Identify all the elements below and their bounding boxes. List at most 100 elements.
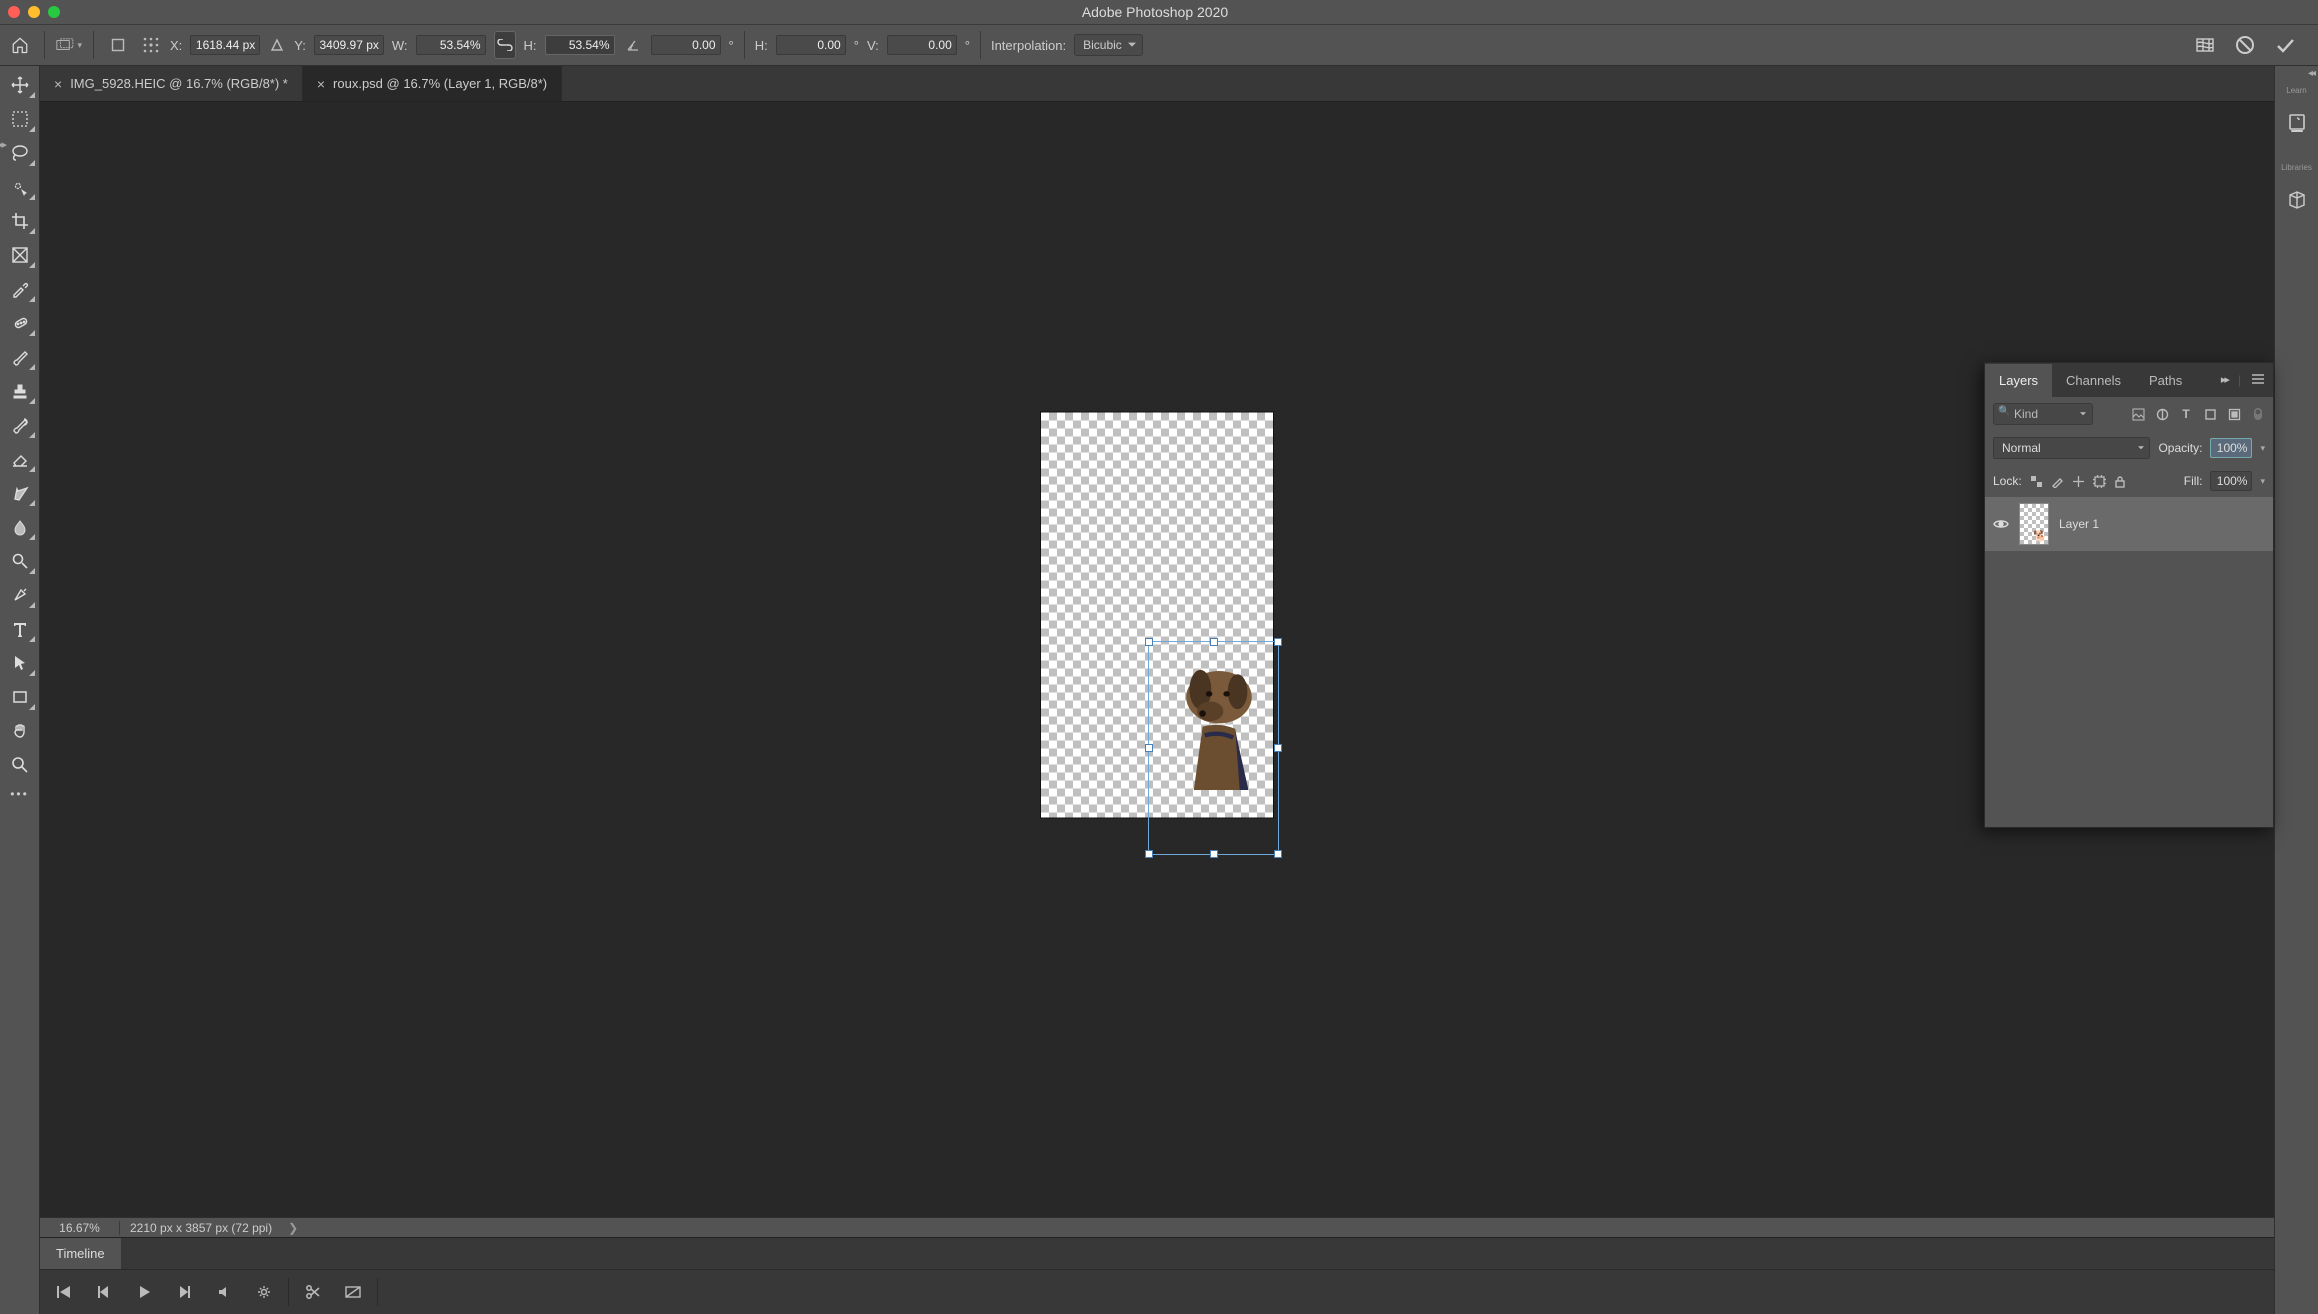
- mute-icon[interactable]: [204, 1274, 244, 1310]
- doc-info-more-icon[interactable]: ❯: [282, 1221, 304, 1235]
- stamp-tool-icon[interactable]: [3, 376, 37, 406]
- fill-value[interactable]: 100%: [2210, 471, 2252, 491]
- shape-tool-icon[interactable]: [3, 682, 37, 712]
- zoom-tool-icon[interactable]: [3, 750, 37, 780]
- blur-tool-icon[interactable]: [3, 512, 37, 542]
- gradient-tool-icon[interactable]: [3, 478, 37, 508]
- path-select-tool-icon[interactable]: [3, 648, 37, 678]
- vskew-value[interactable]: 0.00: [887, 35, 957, 55]
- dodge-tool-icon[interactable]: [3, 546, 37, 576]
- canvas-document[interactable]: [1041, 412, 1273, 817]
- transition-icon[interactable]: [333, 1274, 373, 1310]
- tab-paths[interactable]: Paths: [2135, 364, 2196, 397]
- more-tools-icon[interactable]: •••: [3, 784, 37, 804]
- next-frame-icon[interactable]: [164, 1274, 204, 1310]
- zoom-window-icon[interactable]: [48, 6, 60, 18]
- panel-menu-icon[interactable]: [2251, 373, 2265, 387]
- pen-tool-icon[interactable]: [3, 580, 37, 610]
- collapse-dock-icon[interactable]: ◂◂: [2308, 68, 2314, 79]
- close-tab-icon[interactable]: ×: [317, 76, 325, 92]
- crop-tool-icon[interactable]: [3, 206, 37, 236]
- filter-pixel-icon[interactable]: [2131, 407, 2145, 421]
- reference-point-toggle[interactable]: [104, 31, 132, 59]
- tab-channels[interactable]: Channels: [2052, 364, 2135, 397]
- split-clip-icon[interactable]: [293, 1274, 333, 1310]
- zoom-level[interactable]: 16.67%: [40, 1221, 120, 1235]
- healing-tool-icon[interactable]: [3, 308, 37, 338]
- commit-transform-icon[interactable]: [2274, 34, 2296, 56]
- filter-shape-icon[interactable]: [2203, 407, 2217, 421]
- first-frame-icon[interactable]: [44, 1274, 84, 1310]
- transform-handle-se[interactable]: [1274, 850, 1282, 858]
- hskew-value[interactable]: 0.00: [776, 35, 846, 55]
- document-info[interactable]: 2210 px x 3857 px (72 ppi): [120, 1221, 282, 1235]
- blend-mode-dropdown[interactable]: Normal: [1993, 437, 2150, 459]
- layer-row[interactable]: 🐕 Layer 1: [1985, 497, 2273, 551]
- layer-name[interactable]: Layer 1: [2059, 517, 2099, 531]
- options-bar: ▾ X: 1618.44 px Y: 3409.97 px W: 53.54% …: [0, 24, 2318, 66]
- type-tool-icon[interactable]: [3, 614, 37, 644]
- opacity-value[interactable]: 100%: [2210, 438, 2252, 458]
- interpolation-dropdown[interactable]: Bicubic: [1074, 34, 1143, 56]
- quick-select-tool-icon[interactable]: [3, 172, 37, 202]
- libraries-panel-icon[interactable]: [2280, 178, 2314, 222]
- transform-handle-ne[interactable]: [1274, 638, 1282, 646]
- cancel-transform-icon[interactable]: [2234, 34, 2256, 56]
- eyedropper-tool-icon[interactable]: [3, 274, 37, 304]
- lock-all-icon[interactable]: [2114, 475, 2126, 488]
- h-value[interactable]: 53.54%: [545, 35, 615, 55]
- lock-pixels-icon[interactable]: [2051, 475, 2064, 488]
- x-value[interactable]: 1618.44 px: [190, 35, 260, 55]
- tab-layers[interactable]: Layers: [1985, 364, 2052, 397]
- filter-smart-icon[interactable]: [2227, 407, 2241, 421]
- lock-artboard-icon[interactable]: [2093, 475, 2106, 488]
- lock-position-icon[interactable]: [2072, 475, 2085, 488]
- eraser-tool-icon[interactable]: [3, 444, 37, 474]
- close-tab-icon[interactable]: ×: [54, 76, 62, 92]
- timeline-settings-icon[interactable]: [244, 1274, 284, 1310]
- reference-point-grid[interactable]: [140, 31, 162, 59]
- frame-tool-icon[interactable]: [3, 240, 37, 270]
- transform-handle-s[interactable]: [1210, 850, 1218, 858]
- delta-toggle-icon[interactable]: [268, 31, 286, 59]
- h-label: H:: [524, 38, 537, 53]
- filter-adjustment-icon[interactable]: [2155, 407, 2169, 421]
- angle-value[interactable]: 0.00: [651, 35, 721, 55]
- layer-filter-dropdown[interactable]: Kind: [1993, 403, 2093, 425]
- learn-panel-icon[interactable]: [2280, 101, 2314, 145]
- document-tab[interactable]: × roux.psd @ 16.7% (Layer 1, RGB/8*): [303, 66, 562, 101]
- link-wh-icon[interactable]: [494, 31, 516, 59]
- move-tool-icon[interactable]: [3, 70, 37, 100]
- transform-preset-icon[interactable]: ▾: [55, 31, 83, 59]
- transform-handle-e[interactable]: [1274, 744, 1282, 752]
- visibility-toggle-icon[interactable]: [1993, 518, 2009, 530]
- brush-tool-icon[interactable]: [3, 342, 37, 372]
- hand-tool-icon[interactable]: [3, 716, 37, 746]
- lasso-tool-icon[interactable]: [3, 138, 37, 168]
- opacity-stepper-icon[interactable]: ▾: [2260, 443, 2265, 454]
- canvas[interactable]: [40, 102, 2274, 1217]
- lock-transparent-icon[interactable]: [2030, 475, 2043, 488]
- collapse-panel-icon[interactable]: ▸▸: [2221, 373, 2228, 387]
- timeline-tab[interactable]: Timeline: [40, 1238, 121, 1269]
- w-value[interactable]: 53.54%: [416, 35, 486, 55]
- prev-frame-icon[interactable]: [84, 1274, 124, 1310]
- fill-label: Fill:: [2184, 474, 2203, 488]
- transform-handle-sw[interactable]: [1145, 850, 1153, 858]
- home-button[interactable]: [6, 31, 34, 59]
- document-tab[interactable]: × IMG_5928.HEIC @ 16.7% (RGB/8*) *: [40, 66, 303, 101]
- window-controls[interactable]: [8, 6, 60, 18]
- layers-panel[interactable]: Layers Channels Paths ▸▸ | Kind T: [1984, 362, 2274, 828]
- angle-icon: [623, 31, 643, 59]
- warp-mode-icon[interactable]: [2194, 35, 2216, 55]
- history-brush-tool-icon[interactable]: [3, 410, 37, 440]
- play-icon[interactable]: [124, 1274, 164, 1310]
- marquee-tool-icon[interactable]: [3, 104, 37, 134]
- filter-type-icon[interactable]: T: [2179, 407, 2193, 421]
- close-window-icon[interactable]: [8, 6, 20, 18]
- layer-thumbnail[interactable]: 🐕: [2019, 503, 2049, 545]
- fill-stepper-icon[interactable]: ▾: [2260, 476, 2265, 487]
- y-value[interactable]: 3409.97 px: [314, 35, 384, 55]
- filter-toggle-icon[interactable]: [2251, 407, 2265, 421]
- minimize-window-icon[interactable]: [28, 6, 40, 18]
